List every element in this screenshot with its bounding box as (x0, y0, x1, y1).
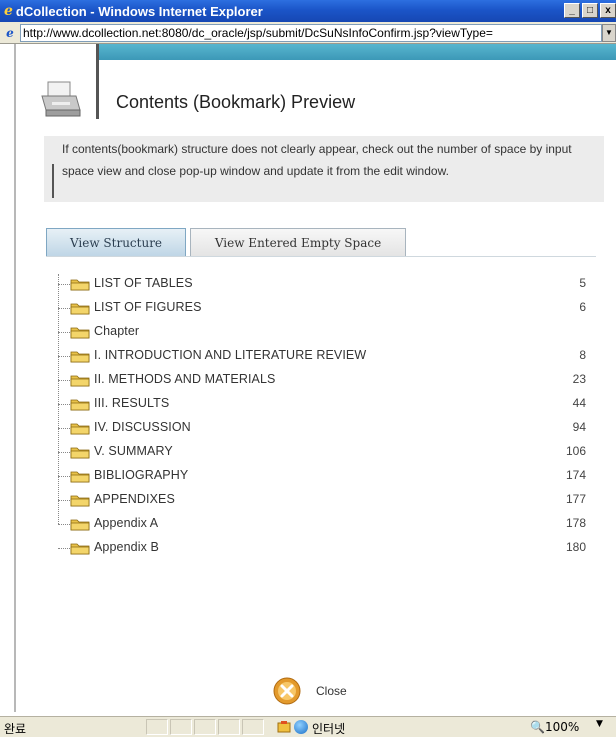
folder-icon (70, 351, 90, 363)
status-text: 완료 (4, 722, 27, 736)
tree-item[interactable]: Appendix B 180 (56, 536, 586, 560)
tree-branch-line (58, 404, 70, 405)
tree-branch-line (58, 548, 70, 549)
tree-item-page: 94 (572, 420, 586, 434)
contents-tree: LIST OF TABLES 5 LIST OF FIGURES 6 Chapter I.… (56, 272, 586, 560)
tree-branch-line (58, 476, 70, 477)
tree-item-page: 174 (565, 468, 586, 482)
tree-item-page: 177 (565, 492, 586, 506)
close-window-button[interactable]: x (600, 3, 616, 18)
close-button[interactable]: Close (272, 676, 347, 706)
tree-item[interactable]: IV. DISCUSSION 94 (56, 416, 586, 440)
tree-item[interactable]: III. RESULTS 44 (56, 392, 586, 416)
folder-icon (70, 399, 90, 411)
tree-item-page: 6 (579, 300, 586, 314)
folder-icon (70, 471, 90, 483)
status-pane (170, 719, 192, 735)
address-bar: e http://www.dcollection.net:8080/dc_ora… (0, 22, 616, 44)
tree-item-page: 5 (579, 276, 586, 290)
tree-branch-line (58, 428, 70, 429)
tree-branch-line (58, 356, 70, 357)
tree-item-label[interactable]: Chapter (94, 324, 139, 338)
tree-item-label[interactable]: LIST OF FIGURES (94, 300, 202, 314)
folder-icon (70, 543, 90, 555)
folder-icon (70, 279, 90, 291)
folder-icon (70, 495, 90, 507)
tree-item-label[interactable]: III. RESULTS (94, 396, 169, 410)
tree-item-page: 180 (565, 540, 586, 554)
folder-icon (70, 447, 90, 459)
tree-branch-line (58, 332, 70, 333)
folder-icon (70, 303, 90, 315)
tree-item-page: 106 (565, 444, 586, 458)
folder-icon (70, 327, 90, 339)
tree-item-page: 8 (579, 348, 586, 362)
status-pane (146, 719, 168, 735)
page-title: Contents (Bookmark) Preview (116, 92, 356, 112)
window-controls: _ □ x (564, 3, 616, 18)
tree-item-label[interactable]: IV. DISCUSSION (94, 420, 191, 434)
tree-item-label[interactable]: Appendix A (94, 516, 158, 530)
tree-item[interactable]: LIST OF TABLES 5 (56, 272, 586, 296)
globe-icon (294, 720, 308, 734)
zoom-dropdown-icon[interactable]: ▼ (596, 719, 603, 729)
window-titlebar: e dCollection - Windows Internet Explore… (0, 0, 616, 22)
tree-branch-line (58, 524, 70, 525)
address-field[interactable]: http://www.dcollection.net:8080/dc_oracl… (20, 23, 602, 42)
tree-item-label[interactable]: APPENDIXES (94, 492, 175, 506)
security-zone-icon (277, 721, 291, 733)
zone-label: 인터넷 (312, 722, 346, 736)
notice-box: If contents(bookmark) structure does not… (44, 136, 604, 202)
close-label[interactable]: Close (316, 684, 347, 698)
folder-icon (70, 519, 90, 531)
header-divider (96, 44, 99, 119)
tree-item-label[interactable]: I. INTRODUCTION AND LITERATURE REVIEW (94, 348, 366, 362)
tree-item[interactable]: I. INTRODUCTION AND LITERATURE REVIEW 8 (56, 344, 586, 368)
status-bar: 완료 인터넷 🔍100% ▼ (0, 716, 616, 737)
tree-item[interactable]: V. SUMMARY 106 (56, 440, 586, 464)
tree-item-label[interactable]: Appendix B (94, 540, 159, 554)
tab-view-entered-empty-space[interactable]: View Entered Empty Space (190, 228, 406, 256)
tree-item-page: 44 (572, 396, 586, 410)
zoom-level[interactable]: 🔍100% (530, 720, 579, 734)
popup-content: Contents (Bookmark) Preview If contents(… (14, 44, 616, 712)
tree-item-label[interactable]: V. SUMMARY (94, 444, 173, 458)
tab-underline (46, 256, 596, 257)
tree-item[interactable]: APPENDIXES 177 (56, 488, 586, 512)
tree-item-page: 23 (572, 372, 586, 386)
tree-item-label[interactable]: BIBLIOGRAPHY (94, 468, 188, 482)
tree-item-label[interactable]: LIST OF TABLES (94, 276, 193, 290)
maximize-button[interactable]: □ (582, 3, 598, 18)
tree-branch-line (58, 308, 70, 309)
tree-item-label[interactable]: II. METHODS AND MATERIALS (94, 372, 275, 386)
header-stripe (96, 44, 616, 60)
window-title: dCollection - Windows Internet Explorer (15, 3, 263, 19)
tree-branch-line (58, 452, 70, 453)
status-pane (218, 719, 240, 735)
tree-item[interactable]: Appendix A 178 (56, 512, 586, 536)
tree-item[interactable]: LIST OF FIGURES 6 (56, 296, 586, 320)
printer-icon (41, 81, 81, 117)
tree-item[interactable]: Chapter (56, 320, 586, 344)
folder-icon (70, 375, 90, 387)
tree-branch-line (58, 284, 70, 285)
minimize-button[interactable]: _ (564, 3, 580, 18)
tree-item[interactable]: BIBLIOGRAPHY 174 (56, 464, 586, 488)
page-icon: e (6, 25, 14, 40)
address-dropdown-button[interactable]: ▼ (602, 23, 616, 42)
folder-icon (70, 423, 90, 435)
tree-branch-line (58, 500, 70, 501)
tree-branch-line (58, 380, 70, 381)
zoom-value: 100% (544, 720, 580, 734)
status-pane (194, 719, 216, 735)
status-pane (242, 719, 264, 735)
zoom-icon: 🔍 (530, 720, 545, 734)
close-icon[interactable] (272, 676, 302, 706)
tab-view-structure[interactable]: View Structure (46, 228, 186, 256)
ie-logo-icon: e (4, 3, 13, 19)
tree-item-page: 178 (565, 516, 586, 530)
tree-item[interactable]: II. METHODS AND MATERIALS 23 (56, 368, 586, 392)
